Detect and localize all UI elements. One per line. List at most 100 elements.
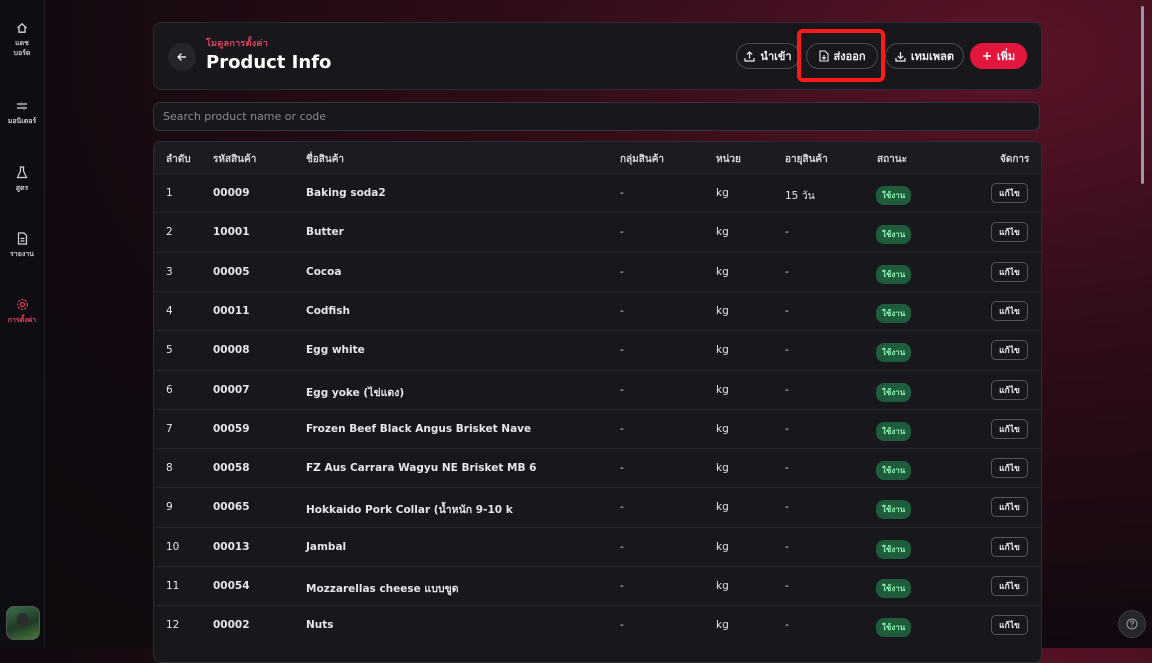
page-scrollbar[interactable] — [1141, 6, 1144, 184]
cell-shelf: - — [785, 540, 789, 553]
edit-button[interactable]: แก้ไข — [991, 418, 1028, 439]
cell-name: Baking soda2 — [306, 187, 386, 199]
sidebar-item-label: รายงาน — [10, 250, 34, 258]
cell-group: - — [620, 383, 624, 396]
cell-shelf: - — [785, 580, 789, 592]
cell-group: - — [620, 462, 624, 475]
cell-group: - — [620, 501, 624, 514]
edit-button[interactable]: แก้ไข — [991, 340, 1028, 361]
add-button[interactable]: เพิ่ม — [970, 43, 1027, 69]
cell-group: - — [620, 422, 624, 435]
cell-name: Cocoa — [306, 265, 342, 278]
status-badge: ใช้งาน — [876, 461, 912, 481]
cell-group: - — [620, 580, 624, 592]
status-badge: ใช้งาน — [876, 500, 912, 520]
sidebar-item-monitor[interactable]: มอนิเตอร์ — [0, 100, 44, 126]
search-input[interactable] — [153, 102, 1040, 131]
cell-shelf: - — [785, 383, 789, 396]
cell-shelf: - — [785, 226, 789, 239]
sidebar-item-label: แดช บอร์ด — [13, 39, 31, 57]
download-icon — [895, 51, 906, 62]
cell-code: 00013 — [213, 540, 250, 553]
cell-shelf: - — [785, 619, 789, 632]
template-button[interactable]: เทมเพลต — [885, 43, 964, 69]
sidebar-item-settings[interactable]: การตั้งค่า — [0, 298, 44, 325]
status-badge: ใช้งาน — [876, 264, 912, 284]
edit-button[interactable]: แก้ไข — [991, 183, 1028, 203]
cell-name: Mozzarellas cheese แบบขูด — [306, 583, 459, 595]
cell-shelf: - — [785, 422, 789, 435]
cell-unit: kg — [716, 422, 729, 435]
edit-button[interactable]: แก้ไข — [991, 576, 1028, 596]
template-button-label: เทมเพลต — [910, 50, 955, 63]
cell-group: - — [620, 344, 624, 357]
cell-no: 6 — [166, 383, 173, 396]
table-header: ลำดับ รหัสสินค้า ชื่อสินค้า กลุ่มสินค้า … — [154, 142, 1041, 173]
import-button[interactable]: นำเข้า — [736, 43, 800, 69]
column-header: ชื่อสินค้า — [306, 154, 345, 165]
edit-button[interactable]: แก้ไข — [991, 300, 1028, 321]
sidebar-item-dashboard[interactable]: แดช บอร์ด — [0, 22, 44, 58]
cell-no: 8 — [166, 462, 173, 475]
cell-no: 12 — [166, 619, 180, 632]
column-header: จัดการ — [1000, 154, 1030, 165]
cell-unit: kg — [716, 462, 729, 475]
cell-code: 00007 — [213, 383, 250, 396]
help-icon — [1126, 618, 1138, 630]
cell-shelf: - — [785, 265, 789, 278]
monitor-icon — [17, 102, 27, 110]
cell-unit: kg — [716, 187, 729, 199]
cell-unit: kg — [716, 344, 729, 357]
cell-no: 1 — [166, 187, 173, 199]
table-row: 2 10001 Butter - kg - ใช้งาน แก้ไข — [154, 212, 1041, 252]
cell-unit: kg — [716, 501, 729, 514]
edit-button[interactable]: แก้ไข — [991, 536, 1028, 557]
cell-code: 00009 — [213, 187, 250, 199]
breadcrumb[interactable]: โมดูลการตั้งค่า — [206, 36, 268, 50]
help-button[interactable] — [1118, 610, 1146, 638]
cell-no: 7 — [166, 422, 173, 435]
gear-icon — [16, 299, 28, 310]
cell-no: 3 — [166, 265, 173, 278]
cell-name: Egg yoke (ไข่แดง) — [306, 386, 405, 399]
cell-code: 00058 — [213, 462, 250, 475]
column-header: สถานะ — [877, 154, 907, 165]
cell-no: 4 — [166, 304, 173, 317]
column-header: อายุสินค้า — [785, 154, 828, 165]
arrow-left-icon — [177, 53, 186, 61]
cell-unit: kg — [716, 265, 729, 278]
table-row: 4 00011 Codfish - kg - ใช้งาน แก้ไข — [154, 290, 1041, 331]
cell-shelf: - — [785, 501, 789, 514]
product-table: ลำดับ รหัสสินค้า ชื่อสินค้า กลุ่มสินค้า … — [153, 141, 1042, 663]
cell-code: 10001 — [213, 226, 250, 239]
sidebar-item-report[interactable]: รายงาน — [0, 232, 44, 259]
edit-button[interactable]: แก้ไข — [991, 261, 1028, 282]
cell-code: 00008 — [213, 344, 250, 357]
status-badge: ใช้งาน — [876, 618, 912, 638]
table-row: 11 00054 Mozzarellas cheese แบบขูด - kg - ใช้ง… — [154, 566, 1041, 606]
cell-code: 00059 — [213, 422, 250, 435]
flask-icon — [16, 166, 28, 179]
add-button-label: เพิ่ม — [996, 50, 1016, 63]
column-header: รหัสสินค้า — [213, 154, 257, 165]
edit-button[interactable]: แก้ไข — [991, 615, 1028, 636]
edit-button[interactable]: แก้ไข — [991, 222, 1028, 243]
upload-icon — [744, 50, 756, 62]
cell-name: Frozen Beef Black Angus Brisket Nave — [306, 422, 532, 435]
back-button[interactable] — [168, 43, 196, 71]
cell-name: Egg white — [306, 344, 365, 357]
sidebar-item-recipe[interactable]: สูตร — [0, 166, 44, 193]
edit-button[interactable]: แก้ไข — [991, 458, 1028, 479]
avatar[interactable] — [6, 606, 40, 640]
cell-shelf: - — [785, 462, 789, 475]
cell-shelf: 15 วัน — [785, 190, 815, 202]
cell-name: FZ Aus Carrara Wagyu NE Brisket MB 6 — [306, 462, 537, 475]
cell-no: 5 — [166, 344, 173, 357]
edit-button[interactable]: แก้ไข — [991, 379, 1028, 400]
cell-unit: kg — [716, 540, 729, 553]
cell-shelf: - — [785, 344, 789, 357]
cell-group: - — [620, 265, 624, 278]
cell-unit: kg — [716, 226, 729, 239]
import-button-label: นำเข้า — [760, 50, 792, 63]
edit-button[interactable]: แก้ไข — [991, 497, 1028, 518]
